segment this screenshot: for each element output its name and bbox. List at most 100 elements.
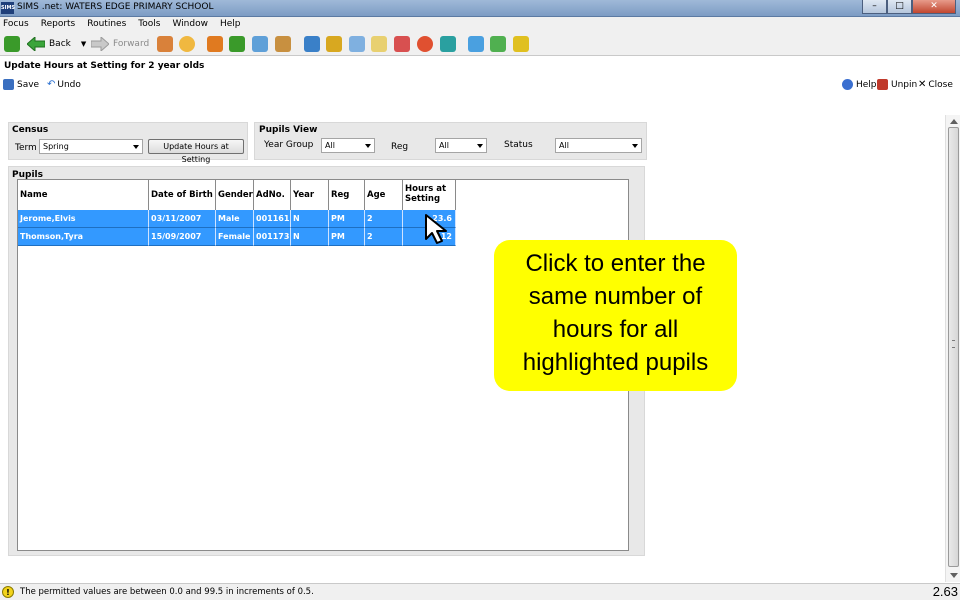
column-dob[interactable]: Date of Birth [149, 180, 216, 211]
table-row[interactable]: Jerome,Elvis 03/11/2007 Male 001161 N PM… [18, 210, 456, 228]
close-icon: ✕ [918, 79, 927, 90]
window-controls: – □ ✕ [862, 0, 956, 14]
callout-line: highlighted pupils [522, 349, 709, 376]
save-icon [3, 79, 14, 90]
vertical-scrollbar[interactable] [945, 115, 960, 582]
menu-bar: Focus Reports Routines Tools Window Help [0, 17, 960, 32]
cell-age: 2 [365, 210, 403, 228]
back-button[interactable]: Back ▼ [27, 35, 86, 53]
cell-adno: 001161 [254, 210, 291, 228]
note-icon[interactable] [468, 36, 484, 52]
reg-select[interactable]: All [435, 138, 487, 153]
grip-icon [952, 340, 955, 348]
menu-help[interactable]: Help [220, 17, 241, 32]
chevron-down-icon [133, 145, 139, 149]
menu-tools[interactable]: Tools [138, 17, 160, 32]
term-label: Term [15, 143, 37, 153]
card-icon[interactable] [252, 36, 268, 52]
help-button[interactable]: Help [842, 79, 877, 90]
back-label: Back [49, 39, 71, 49]
minimize-button[interactable]: – [862, 0, 887, 14]
status-bar: ! The permitted values are between 0.0 a… [0, 583, 960, 600]
column-adno[interactable]: AdNo. [254, 180, 291, 211]
column-gender[interactable]: Gender [216, 180, 254, 211]
tool-icon[interactable] [440, 36, 456, 52]
reg-value: All [439, 141, 449, 150]
edit-icon[interactable] [371, 36, 387, 52]
cell-gender: Female [216, 228, 254, 246]
report-icon[interactable] [326, 36, 342, 52]
undo-button[interactable]: ↶ Undo [47, 79, 81, 90]
callout-line: Click to enter the [525, 250, 706, 277]
pupils-view-group: Pupils View Year Group All Reg All Statu… [254, 122, 647, 160]
pupils-view-title: Pupils View [259, 125, 318, 135]
teacher-icon[interactable] [275, 36, 291, 52]
toolbar: Back ▼ Forward [0, 32, 960, 56]
help-icon [842, 79, 853, 90]
column-age[interactable]: Age [365, 180, 403, 211]
close-button[interactable]: ✕ Close [918, 79, 953, 90]
back-dropdown-icon[interactable]: ▼ [81, 40, 86, 48]
window-title: SIMS .net: WATERS EDGE PRIMARY SCHOOL [17, 2, 214, 12]
callout-line: hours for all [552, 316, 679, 343]
back-arrow-icon [27, 37, 45, 51]
help-label: Help [856, 79, 877, 90]
mouse-cursor-icon [425, 214, 447, 244]
sims-app-icon: SIMS [1, 2, 15, 14]
cell-gender: Male [216, 210, 254, 228]
year-group-value: All [325, 141, 335, 150]
year-group-select[interactable]: All [321, 138, 375, 153]
clock-icon[interactable] [417, 36, 433, 52]
chevron-down-icon [632, 144, 638, 148]
status-select[interactable]: All [555, 138, 642, 153]
scroll-down-icon[interactable] [950, 573, 958, 578]
chart-icon[interactable] [304, 36, 320, 52]
menu-window[interactable]: Window [172, 17, 208, 32]
scroll-up-icon[interactable] [950, 119, 958, 124]
instruction-callout: Click to enter the same number of hours … [494, 240, 737, 391]
chevron-down-icon [477, 144, 483, 148]
unpin-label: Unpin [891, 79, 918, 90]
column-reg[interactable]: Reg [329, 180, 365, 211]
flag-icon[interactable] [229, 36, 245, 52]
close-window-button[interactable]: ✕ [912, 0, 956, 14]
term-select[interactable]: Spring [39, 139, 143, 154]
callout-line: same number of [528, 283, 703, 310]
book-icon[interactable] [207, 36, 223, 52]
person-icon[interactable] [179, 36, 195, 52]
document-icon[interactable] [349, 36, 365, 52]
term-value: Spring [43, 142, 69, 151]
export2-icon[interactable] [513, 36, 529, 52]
people-icon[interactable] [157, 36, 173, 52]
status-label: Status [504, 140, 533, 150]
table-row[interactable]: Thomson,Tyra 15/09/2007 Female 001173 N … [18, 228, 456, 246]
unpin-icon [877, 79, 888, 90]
menu-focus[interactable]: Focus [3, 17, 29, 32]
forward-arrow-icon [91, 37, 109, 51]
unpin-button[interactable]: Unpin [877, 79, 917, 90]
save-button[interactable]: Save [3, 79, 39, 90]
undo-icon: ↶ [47, 79, 56, 90]
column-hours[interactable]: Hours at Setting [403, 180, 456, 211]
forward-button[interactable]: Forward [91, 35, 149, 53]
cell-age: 2 [365, 228, 403, 246]
menu-routines[interactable]: Routines [87, 17, 126, 32]
close-label: Close [928, 79, 953, 90]
refresh-icon[interactable] [4, 36, 20, 52]
reg-label: Reg [391, 142, 409, 152]
status-text: The permitted values are between 0.0 and… [20, 587, 314, 597]
undo-label: Undo [57, 79, 81, 90]
column-year[interactable]: Year [291, 180, 329, 211]
scroll-thumb[interactable] [948, 127, 959, 567]
column-name[interactable]: Name [18, 180, 149, 211]
forward-label: Forward [113, 39, 150, 49]
menu-reports[interactable]: Reports [41, 17, 76, 32]
page-title: Update Hours at Setting for 2 year olds [4, 61, 205, 71]
update-hours-button[interactable]: Update Hours at Setting [148, 139, 244, 164]
maximize-button[interactable]: □ [887, 0, 912, 14]
group-icon[interactable] [394, 36, 410, 52]
cell-adno: 001173 [254, 228, 291, 246]
title-bar: SIMS SIMS .net: WATERS EDGE PRIMARY SCHO… [0, 0, 960, 17]
export-icon[interactable] [490, 36, 506, 52]
cell-year: N [291, 210, 329, 228]
